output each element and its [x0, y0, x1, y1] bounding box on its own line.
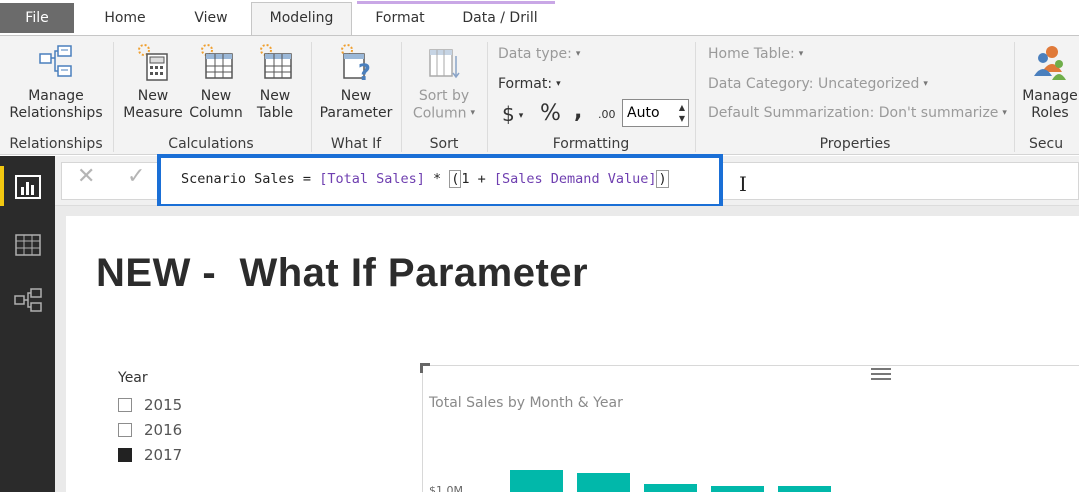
formula-reference: [Total Sales]: [319, 171, 425, 187]
text-cursor-icon: I: [739, 172, 747, 196]
new-column-button[interactable]: New Column: [186, 42, 246, 122]
properties-group: Home Table: ▾ Data Category: Uncategorize…: [696, 36, 1014, 156]
tab-home[interactable]: Home: [88, 3, 162, 33]
formatting-group-label: Formatting: [552, 136, 630, 152]
data-view-button[interactable]: [0, 218, 55, 270]
slicer-item-2016[interactable]: 2016: [118, 421, 182, 439]
currency-format-button[interactable]: $ ▾: [502, 102, 523, 126]
cancel-formula-icon[interactable]: ✕: [77, 164, 95, 189]
tab-modeling[interactable]: Modeling: [251, 2, 352, 35]
new-table-button[interactable]: New Table: [248, 42, 302, 122]
decimal-icon: .00: [598, 108, 616, 121]
chart-bar[interactable]: [778, 486, 831, 492]
tab-view[interactable]: View: [176, 3, 246, 33]
decimal-places-spinner[interactable]: Auto ▲ ▼: [622, 99, 689, 127]
chart-bar[interactable]: [510, 470, 563, 492]
checkbox-checked-icon[interactable]: [118, 448, 132, 462]
chart-bar[interactable]: [577, 473, 630, 492]
svg-text:?: ?: [358, 61, 371, 82]
commit-formula-icon[interactable]: ✓: [127, 164, 145, 189]
security-group-label: Secu: [1029, 136, 1064, 152]
tab-format[interactable]: Format: [360, 3, 440, 33]
tab-data-drill[interactable]: Data / Drill: [446, 3, 554, 33]
new-measure-button[interactable]: New Measure: [122, 42, 184, 122]
relationships-group: Manage Relationships Relationships: [0, 36, 112, 156]
data-view-icon: [15, 234, 41, 256]
report-view-button[interactable]: [0, 156, 55, 208]
formatting-group: Data type: ▾ Format: ▾ $ ▾ % , .00 Auto ▲ ▼ …: [488, 36, 694, 156]
sort-group: Sort by Column ▾ Sort: [402, 36, 486, 156]
security-group: Manage Roles Secu: [1015, 36, 1079, 156]
formula-paren: (: [449, 170, 462, 188]
slicer-item-2017[interactable]: 2017: [118, 446, 182, 464]
bar-chart-plot: [510, 470, 831, 492]
format-dropdown[interactable]: Format: ▾: [498, 76, 561, 92]
active-view-indicator: [0, 166, 4, 206]
home-table-dropdown[interactable]: Home Table: ▾: [708, 46, 803, 62]
data-type-dropdown[interactable]: Data type: ▾: [498, 46, 580, 62]
report-view-icon: [15, 175, 41, 199]
decimal-places-button[interactable]: .00: [598, 108, 616, 121]
formula-paren: ): [656, 170, 669, 188]
calculations-group-label: Calculations: [168, 136, 254, 152]
new-measure-icon: [135, 42, 171, 82]
relationships-view-icon: [14, 288, 42, 312]
formula-input-highlight[interactable]: Scenario Sales = [Total Sales] * (1 + [S…: [157, 154, 723, 208]
relationships-view-button[interactable]: [0, 274, 55, 326]
manage-roles-icon: [1032, 42, 1068, 82]
whatif-group-label: What If: [330, 136, 382, 152]
chart-bar[interactable]: [644, 484, 697, 492]
sort-by-column-icon: [426, 42, 462, 82]
year-slicer-title: Year: [118, 370, 148, 386]
whatif-group: ? New Parameter What If: [312, 36, 400, 156]
formula-input[interactable]: Scenario Sales = [Total Sales] * (1 + [S…: [181, 170, 669, 188]
view-switcher-nav: [0, 156, 55, 492]
new-table-icon: [257, 42, 293, 82]
chart-bar[interactable]: [711, 486, 764, 492]
slicer-item-2015[interactable]: 2015: [118, 396, 182, 414]
new-column-icon: [198, 42, 234, 82]
default-summarization-dropdown[interactable]: Default Summarization: Don't summarize ▾: [708, 105, 1007, 121]
properties-group-label: Properties: [819, 136, 891, 152]
manage-relationships-button[interactable]: Manage Relationships: [6, 42, 106, 122]
formula-reference: [Sales Demand Value]: [493, 171, 657, 187]
checkbox-icon[interactable]: [118, 423, 132, 437]
spinner-arrows-icon[interactable]: ▲ ▼: [679, 102, 685, 124]
manage-relationships-icon: [38, 42, 74, 82]
data-category-dropdown[interactable]: Data Category: Uncategorized ▾: [708, 76, 928, 92]
page-title: NEW - What If Parameter: [96, 251, 589, 295]
sales-chart-visual[interactable]: Total Sales by Month & Year $1.0M: [420, 363, 1079, 492]
sort-by-column-button[interactable]: Sort by Column ▾: [406, 42, 482, 123]
tab-file[interactable]: File: [0, 3, 74, 33]
sort-group-label: Sort: [429, 136, 459, 152]
calculations-group: New Measure New Column New Table Calcula…: [114, 36, 308, 156]
new-parameter-button[interactable]: ? New Parameter: [318, 42, 394, 122]
currency-icon: $: [502, 102, 515, 126]
new-parameter-icon: ?: [338, 42, 374, 86]
relationships-group-label: Relationships: [9, 136, 103, 152]
checkbox-icon[interactable]: [118, 398, 132, 412]
modeling-ribbon: Manage Relationships Relationships New M…: [0, 35, 1079, 155]
ribbon-tab-bar: File Home View Modeling Format Data / Dr…: [0, 0, 1079, 35]
percent-format-button[interactable]: %: [540, 101, 561, 126]
comma-format-button[interactable]: ,: [574, 99, 582, 124]
manage-roles-button[interactable]: Manage Roles: [1021, 42, 1079, 122]
